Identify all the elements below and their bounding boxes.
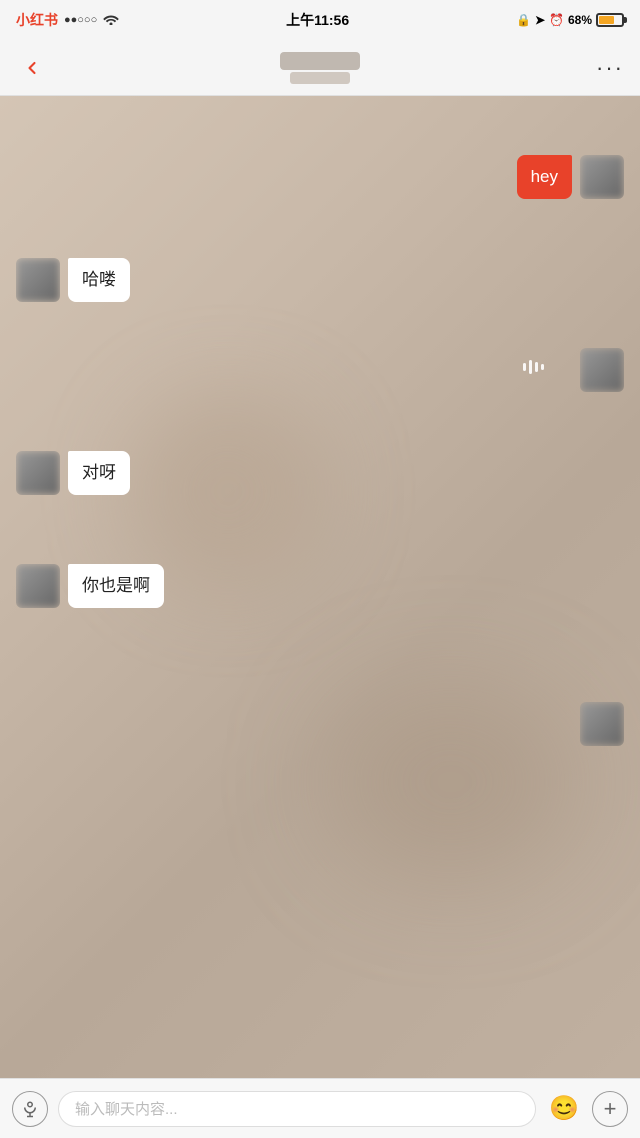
contact-avatar — [16, 451, 60, 495]
status-time: 上午11:56 — [286, 10, 349, 30]
more-button[interactable]: ··· — [596, 55, 624, 81]
alarm-icon: ⏰ — [549, 13, 564, 27]
my-avatar — [580, 155, 624, 199]
bubble-duiya: 对呀 — [68, 451, 130, 495]
my-avatar — [580, 348, 624, 392]
status-right: 🔒 ➤ ⏰ 68% — [516, 13, 624, 27]
wifi-icon — [103, 13, 119, 28]
contact-name-blurred — [280, 52, 360, 70]
location-icon: ➤ — [535, 13, 545, 27]
add-button[interactable]: + — [592, 1091, 628, 1127]
bubble-niyeshi: 你也是啊 — [68, 564, 164, 608]
contact-sub-blurred — [290, 72, 350, 84]
chat-input[interactable]: 输入聊天内容... — [58, 1091, 536, 1127]
battery-icon — [596, 13, 624, 27]
nav-title — [280, 52, 360, 84]
contact-avatar — [16, 258, 60, 302]
emoji-button[interactable]: 😊 — [546, 1091, 582, 1127]
status-bar: 小红书 ●●○○○ 上午11:56 🔒 ➤ ⏰ 68% — [0, 0, 640, 40]
voice-button[interactable] — [12, 1091, 48, 1127]
app-name: 小红书 — [16, 10, 58, 30]
bottom-bar: 输入聊天内容... 😊 + — [0, 1078, 640, 1138]
status-left: 小红书 ●●○○○ — [16, 10, 119, 30]
signal-dots: ●●○○○ — [64, 14, 97, 26]
back-button[interactable] — [16, 52, 48, 84]
input-placeholder: 输入聊天内容... — [75, 1098, 178, 1119]
battery-pct: 68% — [568, 13, 592, 27]
nav-bar: ··· — [0, 40, 640, 96]
my-avatar — [580, 702, 624, 746]
bubble-halo: 哈喽 — [68, 258, 130, 302]
contact-avatar — [16, 564, 60, 608]
lock-icon: 🔒 — [516, 13, 531, 27]
bubble-hey: hey — [517, 155, 572, 199]
